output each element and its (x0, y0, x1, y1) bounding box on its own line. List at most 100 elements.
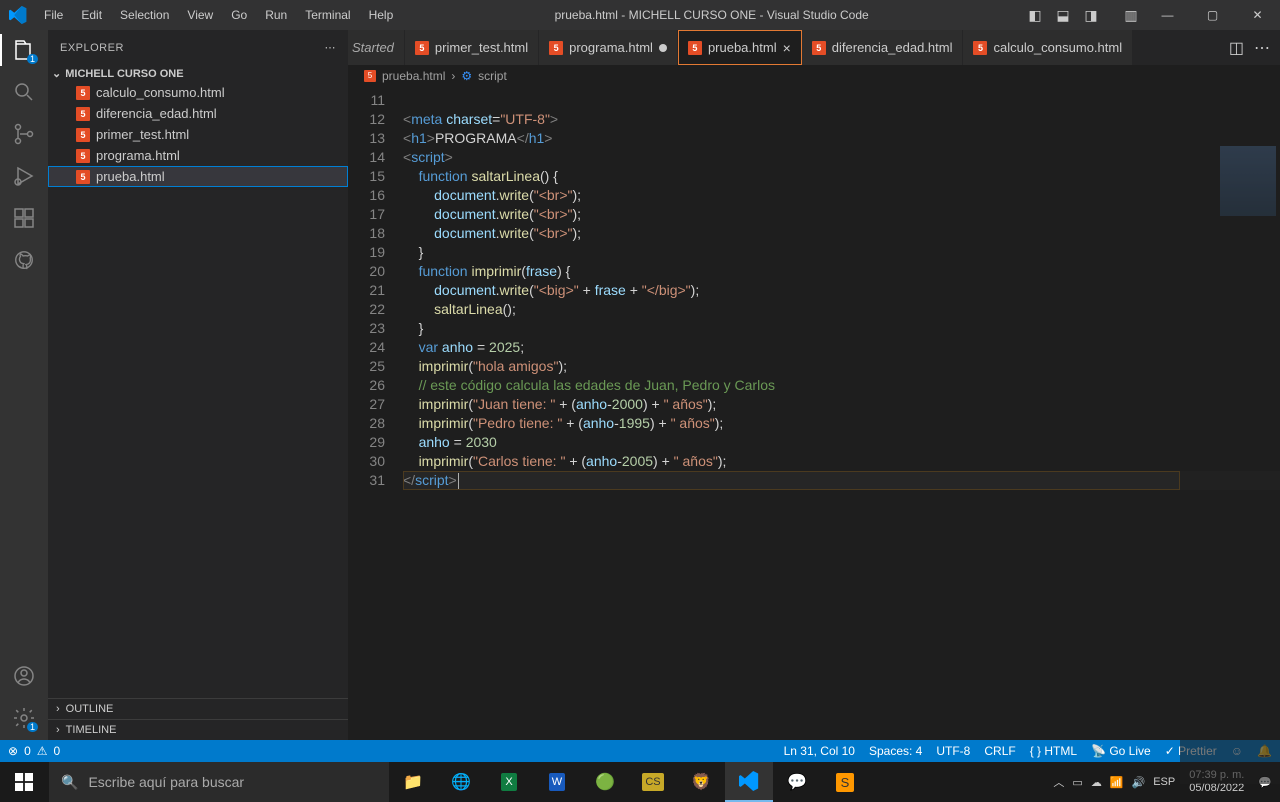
menu-terminal[interactable]: Terminal (296, 8, 359, 22)
tray-volume-icon[interactable]: 🔊 (1132, 776, 1146, 789)
code-line[interactable]: imprimir("Carlos tiene: " + (anho-2005) … (403, 452, 1280, 471)
layout-bottom-icon[interactable]: ⬓ (1049, 7, 1077, 24)
menu-selection[interactable]: Selection (111, 8, 178, 22)
vscode-task-icon[interactable] (725, 762, 773, 802)
code-line[interactable]: document.write("<big>" + frase + "</big>… (403, 281, 1280, 300)
window-title: prueba.html - MICHELL CURSO ONE - Visual… (402, 8, 1021, 22)
file-item[interactable]: 5programa.html (48, 145, 348, 166)
explorer-icon[interactable]: 1 (12, 38, 36, 62)
tray-onedrive-icon[interactable]: ☁ (1091, 776, 1102, 789)
accounts-icon[interactable] (12, 664, 36, 688)
tab-diferencia_edad-html[interactable]: 5diferencia_edad.html (802, 30, 964, 65)
source-control-icon[interactable] (12, 122, 36, 146)
language-mode[interactable]: { } HTML (1030, 744, 1077, 758)
tab-calculo_consumo-html[interactable]: 5calculo_consumo.html (963, 30, 1133, 65)
word-icon[interactable]: W (533, 762, 581, 802)
code-line[interactable]: <h1>PROGRAMA</h1> (403, 129, 1280, 148)
tray-wifi-icon[interactable]: 📶 (1110, 776, 1124, 789)
file-item[interactable]: 5prueba.html (48, 166, 348, 187)
layout-left-icon[interactable]: ◧ (1021, 7, 1049, 24)
extensions-icon[interactable] (12, 206, 36, 230)
code-line[interactable]: } (403, 243, 1280, 262)
chrome-icon[interactable]: 🟢 (581, 762, 629, 802)
code-line[interactable]: var anho = 2025; (403, 338, 1280, 357)
code-line[interactable]: document.write("<br>"); (403, 186, 1280, 205)
menu-run[interactable]: Run (256, 8, 296, 22)
code-area[interactable]: 1112131415161718192021222324252627282930… (348, 87, 1280, 740)
sidebar-more-icon[interactable]: ⋯ (325, 41, 337, 54)
file-item[interactable]: 5primer_test.html (48, 124, 348, 145)
file-item[interactable]: 5diferencia_edad.html (48, 103, 348, 124)
tray-battery-icon[interactable]: ▭ (1072, 776, 1082, 789)
tab-primer_test-html[interactable]: 5primer_test.html (405, 30, 539, 65)
folder-header[interactable]: ⌄ MICHELL CURSO ONE (48, 65, 348, 82)
code-line[interactable]: } (403, 319, 1280, 338)
code-line[interactable]: anho = 2030 (403, 433, 1280, 452)
tab-more-icon[interactable]: ⋯ (1254, 38, 1270, 58)
code-line[interactable]: function saltarLinea() { (403, 167, 1280, 186)
excel-icon[interactable]: X (485, 762, 533, 802)
menu-view[interactable]: View (178, 8, 222, 22)
cursor-position[interactable]: Ln 31, Col 10 (784, 744, 855, 758)
code-line[interactable]: // este código calcula las edades de Jua… (403, 376, 1280, 395)
brave-icon[interactable]: 🦁 (677, 762, 725, 802)
menu-file[interactable]: File (35, 8, 72, 22)
whatsapp-icon[interactable]: 💬 (773, 762, 821, 802)
file-explorer-icon[interactable]: 📁 (389, 762, 437, 802)
go-live[interactable]: 📡 Go Live (1091, 744, 1151, 758)
edge-icon[interactable]: 🌐 (437, 762, 485, 802)
code-line[interactable] (403, 91, 1280, 110)
tray-lang-icon[interactable]: ESP (1153, 776, 1175, 788)
indent-info[interactable]: Spaces: 4 (869, 744, 922, 758)
folder-name: MICHELL CURSO ONE (65, 68, 183, 80)
remote-icon[interactable]: ⊗ (8, 744, 18, 758)
code-lines[interactable]: <meta charset="UTF-8"><h1>PROGRAMA</h1><… (403, 87, 1280, 740)
tab-prueba-html[interactable]: 5prueba.html× (678, 30, 802, 65)
code-line[interactable]: document.write("<br>"); (403, 205, 1280, 224)
file-item[interactable]: 5calculo_consumo.html (48, 82, 348, 103)
errors-count[interactable]: 0 (24, 744, 31, 758)
outline-panel[interactable]: ›OUTLINE (48, 698, 348, 719)
menu-edit[interactable]: Edit (72, 8, 111, 22)
search-icon[interactable] (12, 80, 36, 104)
split-icon[interactable]: ◫ (1229, 38, 1244, 58)
layout-grid-icon[interactable]: ▥ (1117, 7, 1145, 24)
run-debug-icon[interactable] (12, 164, 36, 188)
sidebar-title: EXPLORER (60, 42, 124, 54)
code-line[interactable]: function imprimir(frase) { (403, 262, 1280, 281)
eol[interactable]: CRLF (984, 744, 1015, 758)
breadcrumb[interactable]: 5 prueba.html › ⚙ script (348, 65, 1280, 87)
menu-go[interactable]: Go (222, 8, 256, 22)
start-button[interactable] (0, 762, 48, 802)
tab-partial[interactable]: Started (348, 30, 405, 65)
code-line[interactable]: imprimir("Pedro tiene: " + (anho-1995) +… (403, 414, 1280, 433)
menu-help[interactable]: Help (360, 8, 403, 22)
minimap[interactable] (1180, 144, 1280, 784)
github-icon[interactable] (12, 248, 36, 272)
code-line[interactable]: imprimir("hola amigos"); (403, 357, 1280, 376)
taskbar-search[interactable]: 🔍 Escribe aquí para buscar (49, 762, 389, 802)
close-icon[interactable]: × (783, 40, 791, 56)
code-line[interactable]: <script> (403, 148, 1280, 167)
tab-programa-html[interactable]: 5programa.html (539, 30, 678, 65)
encoding[interactable]: UTF-8 (936, 744, 970, 758)
minimize-button[interactable]: — (1145, 8, 1190, 22)
warnings-icon[interactable]: ⚠ (37, 744, 48, 758)
sidebar: EXPLORER ⋯ ⌄ MICHELL CURSO ONE 5calculo_… (48, 30, 348, 740)
tab-bar: Started 5primer_test.html5programa.html5… (348, 30, 1280, 65)
maximize-button[interactable]: ▢ (1190, 8, 1235, 22)
cs-icon[interactable]: CS (629, 762, 677, 802)
code-line[interactable]: saltarLinea(); (403, 300, 1280, 319)
timeline-panel[interactable]: ›TIMELINE (48, 719, 348, 740)
code-line[interactable]: imprimir("Juan tiene: " + (anho-2000) + … (403, 395, 1280, 414)
sublime-icon[interactable]: S (821, 762, 869, 802)
code-line[interactable]: document.write("<br>"); (403, 224, 1280, 243)
editor: Started 5primer_test.html5programa.html5… (348, 30, 1280, 740)
layout-right-icon[interactable]: ◨ (1077, 7, 1105, 24)
code-line[interactable]: </script> (403, 471, 1280, 490)
warnings-count[interactable]: 0 (54, 744, 61, 758)
settings-icon[interactable]: 1 (12, 706, 36, 730)
close-button[interactable]: ✕ (1235, 8, 1280, 22)
tray-chevron-icon[interactable]: ︿ (1053, 774, 1064, 790)
code-line[interactable]: <meta charset="UTF-8"> (403, 110, 1280, 129)
